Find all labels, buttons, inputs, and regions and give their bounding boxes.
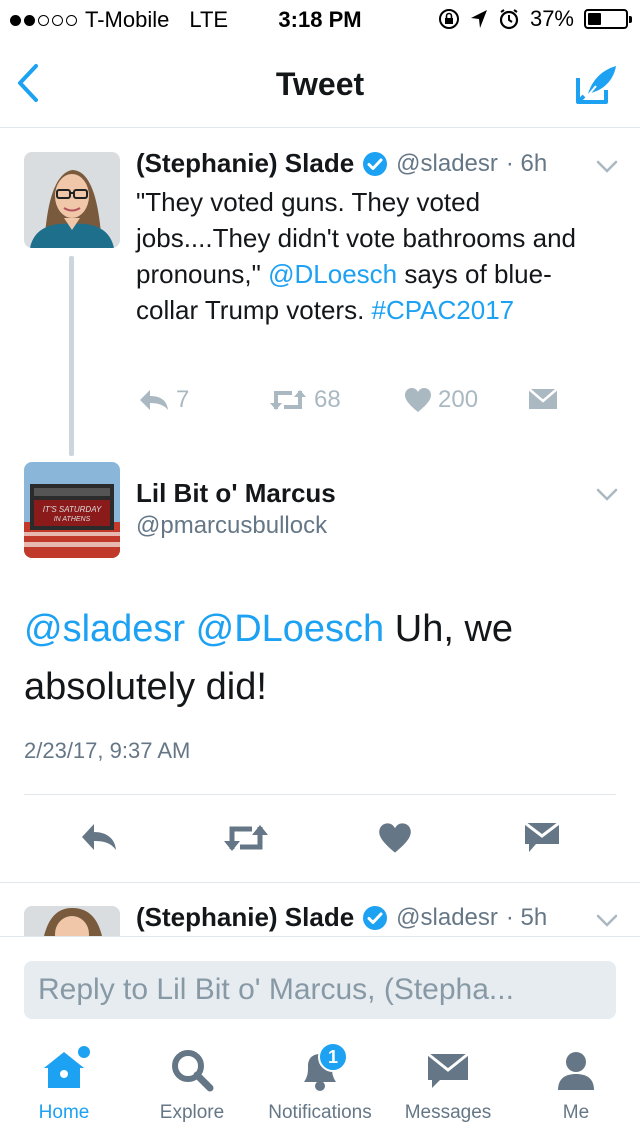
tab-explore[interactable]: Explore [128,1046,256,1124]
author-name[interactable]: (Stephanie) Slade [136,148,354,179]
tweet-actions [0,818,640,858]
tab-me[interactable]: Me [512,1046,640,1124]
hashtag-link[interactable]: #CPAC2017 [372,295,515,325]
battery-icon [584,9,632,29]
author-handle[interactable]: @pmarcusbullock [136,512,327,540]
tweet-age: · 5h [505,903,548,931]
tweet-actions: 7 68 200 [136,384,576,418]
retweet-icon [270,390,306,410]
retweet-icon[interactable] [222,822,270,854]
avatar[interactable] [24,152,120,248]
tab-notifications[interactable]: 1 Notifications [256,1042,384,1124]
svg-text:IN ATHENS: IN ATHENS [54,516,91,523]
reply-icon[interactable] [80,822,118,852]
alarm-icon [499,9,519,30]
tab-label: Messages [404,1102,492,1123]
author-name[interactable]: Lil Bit o' Marcus [136,478,336,509]
envelope-icon [424,1046,472,1094]
like-button[interactable]: 200 [404,386,478,414]
author-handle[interactable]: @sladesr [396,150,498,178]
reply-button[interactable]: 7 [138,386,189,414]
verified-badge-icon [363,905,388,930]
mention-link[interactable]: @DLoesch [268,259,397,289]
avatar[interactable]: IT'S SATURDAY IN ATHENS [24,462,120,558]
chevron-down-icon[interactable] [596,914,618,928]
search-icon [168,1046,216,1094]
orientation-lock-icon [438,9,459,29]
battery-percent: 37% [529,6,574,31]
verified-badge-icon [363,151,388,176]
tweet-text: "They voted guns. They voted jobs....The… [136,184,606,328]
avatar[interactable] [24,906,120,936]
reply-icon [140,390,168,410]
tab-label: Me [562,1102,590,1123]
like-count: 200 [438,386,479,413]
tab-home[interactable]: Home [0,1046,128,1124]
tab-bar: Home Explore 1 Notifications Messages Me [0,1036,640,1136]
home-icon [40,1046,90,1094]
tab-label: Home [38,1102,90,1123]
author-name[interactable]: (Stephanie) Slade [136,902,354,933]
tab-label: Notifications [268,1102,372,1123]
heart-icon[interactable] [378,822,412,854]
mention-link[interactable]: @DLoesch [196,608,385,650]
tab-label: Explore [159,1102,225,1123]
thread-line [69,256,74,456]
retweet-button[interactable]: 68 [268,386,341,414]
retweet-count: 68 [314,386,341,413]
person-icon [552,1046,600,1094]
nav-bar: Tweet [0,40,640,128]
battery-level-fill [588,13,601,25]
envelope-icon[interactable] [524,822,560,854]
notification-badge: 1 [318,1042,348,1072]
direct-message-button[interactable] [528,388,558,410]
divider [24,794,616,795]
chevron-down-icon[interactable] [596,488,618,502]
new-content-dot [78,1046,90,1058]
bell-icon: 1 [296,1042,348,1094]
heart-icon [405,388,431,412]
author-handle[interactable]: @sladesr [396,904,498,932]
compose-tweet-icon[interactable] [574,62,620,108]
status-bar: T-Mobile LTE 3:18 PM 37% [0,0,640,40]
location-arrow-icon [470,10,487,28]
reply-input[interactable]: Reply to Lil Bit o' Marcus, (Stepha... [24,961,616,1019]
divider [0,882,640,883]
reply-bar: Reply to Lil Bit o' Marcus, (Stepha... [0,936,640,1036]
tweet-age: · 6h [505,149,548,177]
tweet-text: @sladesr @DLoesch Uh, we absolutely did! [24,600,614,716]
chevron-down-icon[interactable] [596,160,618,174]
tweet-header: (Stephanie) Slade @sladesr · 6h [136,148,547,179]
envelope-icon [528,388,558,409]
tweet-timestamp: 2/23/17, 9:37 AM [24,738,191,763]
tweet-header: (Stephanie) Slade @sladesr · 5h [136,902,547,933]
tab-messages[interactable]: Messages [384,1046,512,1124]
mention-link[interactable]: @sladesr [24,608,185,650]
svg-text:IT'S SATURDAY: IT'S SATURDAY [43,505,102,514]
page-title: Tweet [275,66,365,102]
reply-count: 7 [176,386,190,413]
